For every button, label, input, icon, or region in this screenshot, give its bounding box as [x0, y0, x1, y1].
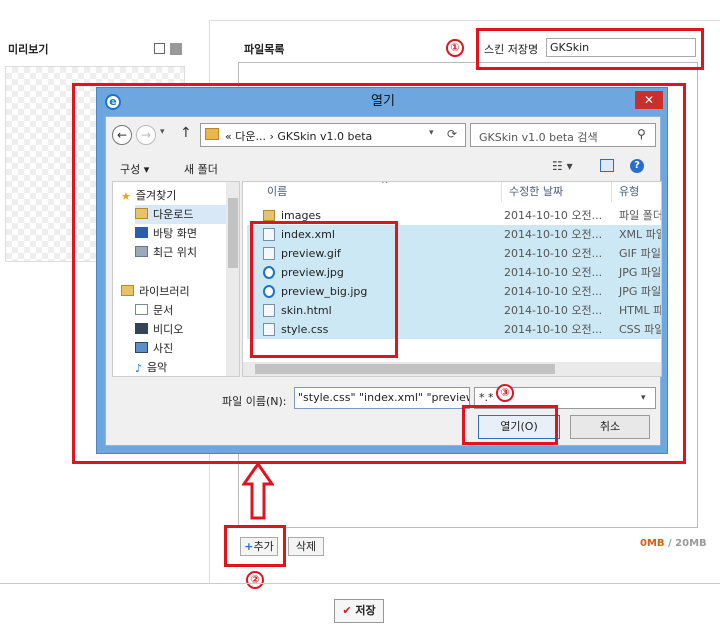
file-list-title: 파일목록	[244, 43, 285, 56]
annotation-box-selected-files	[250, 221, 398, 358]
storage-used: 0MB	[640, 538, 665, 549]
annotation-number-3: ③	[496, 384, 514, 402]
storage-total: 20MB	[675, 538, 707, 549]
skin-name-input[interactable]	[546, 38, 696, 57]
annotation-number-1: ①	[446, 39, 464, 57]
bottom-divider	[0, 583, 720, 584]
preview-title: 미리보기	[8, 43, 49, 56]
add-file-label: 추가	[253, 540, 274, 553]
arrow-up-icon	[242, 462, 274, 520]
skin-name-label: 스킨 저장명	[484, 43, 539, 56]
save-button[interactable]: ✔ 저장	[334, 599, 384, 623]
delete-file-button[interactable]: 삭제	[288, 537, 324, 556]
annotation-box-open-button	[462, 405, 558, 445]
add-file-button[interactable]: +추가	[240, 537, 278, 556]
save-label: 저장	[355, 604, 376, 617]
light-background-toggle[interactable]	[154, 43, 165, 54]
check-icon: ✔	[342, 604, 352, 617]
storage-separator: /	[664, 538, 676, 549]
dark-background-toggle[interactable]	[170, 43, 182, 55]
storage-quota: 0MB / 20MB	[640, 538, 707, 549]
annotation-number-2: ②	[246, 571, 264, 589]
